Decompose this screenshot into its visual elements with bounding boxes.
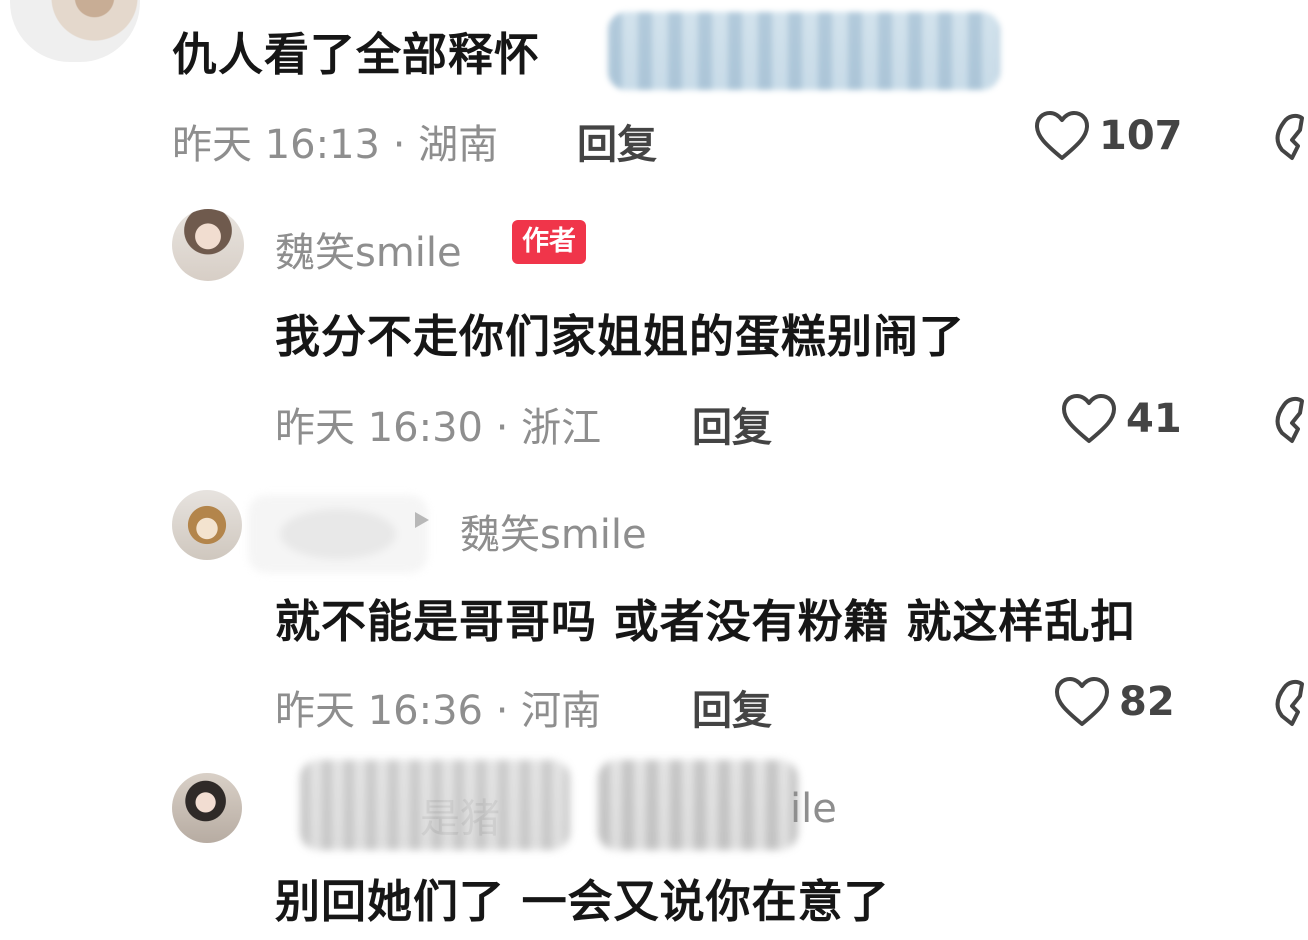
comment-text: 就不能是哥哥吗 或者没有粉籍 就这样乱扣 [275, 595, 1137, 648]
like-button[interactable]: 82 [1053, 676, 1175, 728]
reply-button[interactable]: 回复 [577, 112, 657, 170]
broken-heart-icon [1275, 396, 1304, 443]
comment-text: 仇人看了全部释怀 [172, 28, 541, 81]
like-count: 41 [1126, 396, 1182, 442]
redacted-mention [608, 12, 1000, 90]
comment-meta: 昨天 16:36 · 河南 [275, 688, 602, 734]
avatar[interactable] [172, 773, 242, 843]
broken-heart-icon [1275, 113, 1304, 160]
avatar[interactable] [172, 209, 244, 281]
comment-text: 别回她们了 一会又说你在意了 [275, 875, 890, 928]
username[interactable]: 魏笑smile [275, 220, 462, 278]
redacted-username [598, 760, 798, 850]
avatar[interactable] [10, 0, 140, 62]
reply-button[interactable]: 回复 [692, 678, 772, 736]
like-button[interactable]: 41 [1060, 393, 1182, 445]
heart-outline-icon [1053, 676, 1111, 728]
like-count: 82 [1119, 679, 1175, 725]
reply-button[interactable]: 回复 [692, 395, 772, 453]
comment-text: 我分不走你们家姐姐的蛋糕别闹了 [275, 310, 966, 363]
dislike-button[interactable] [1268, 110, 1308, 166]
broken-heart-icon [1275, 679, 1304, 726]
comment-meta: 昨天 16:13 · 湖南 [172, 122, 499, 168]
username-tail[interactable]: ile [790, 786, 837, 832]
dislike-button[interactable] [1268, 393, 1308, 449]
avatar[interactable] [172, 490, 242, 560]
like-count: 107 [1099, 113, 1183, 159]
heart-outline-icon [1033, 110, 1091, 162]
redacted-username [300, 760, 570, 850]
comment-meta: 昨天 16:30 · 浙江 [275, 405, 602, 451]
reply-to-username[interactable]: 魏笑smile [460, 502, 647, 560]
heart-outline-icon [1060, 393, 1118, 445]
redacted-username [248, 495, 428, 573]
triangle-right-icon [415, 512, 429, 528]
dislike-button[interactable] [1268, 676, 1308, 732]
author-badge: 作者 [512, 220, 586, 264]
like-button[interactable]: 107 [1033, 110, 1183, 162]
